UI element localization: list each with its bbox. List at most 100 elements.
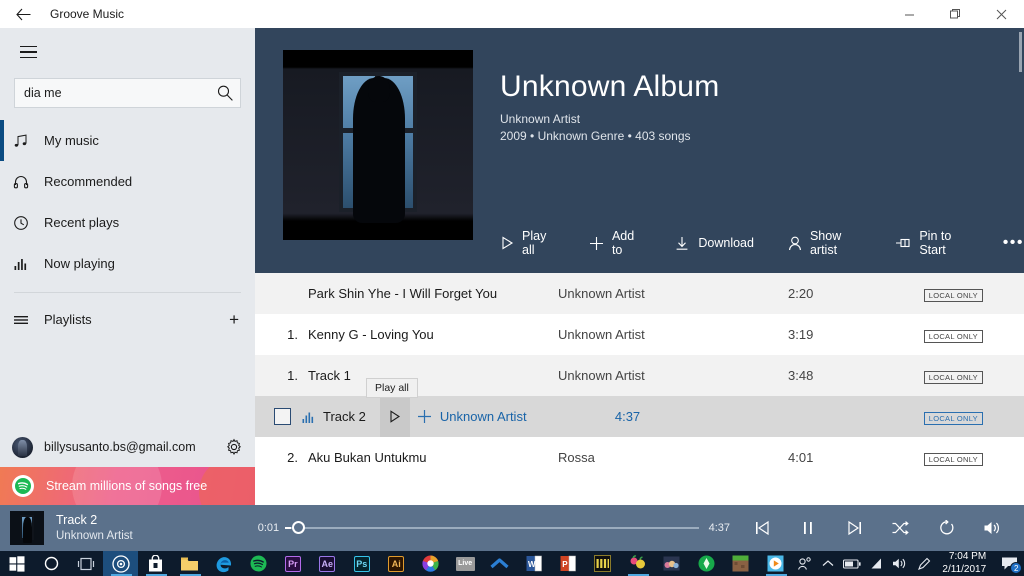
show-artist-button[interactable]: Show artist bbox=[788, 229, 861, 257]
previous-button[interactable] bbox=[752, 518, 772, 538]
taskbar: Pr Ae Ps Ai Live W P 7:04 PM 2/11/2017 2 bbox=[0, 551, 1024, 576]
track-title: Kenny G - Loving You bbox=[308, 327, 434, 342]
action-center-button[interactable]: 2 bbox=[994, 551, 1024, 576]
sidebar-item-recent-plays[interactable]: Recent plays bbox=[0, 202, 255, 243]
fruit-app[interactable] bbox=[620, 551, 654, 576]
photoshop-app[interactable]: Ps bbox=[345, 551, 379, 576]
sidebar-item-now-playing[interactable]: Now playing bbox=[0, 243, 255, 284]
equalizer-icon bbox=[302, 410, 316, 424]
spotify-promo-banner[interactable]: Stream millions of songs free bbox=[0, 467, 255, 505]
back-button[interactable] bbox=[0, 0, 46, 28]
sidebar-item-label: Playlists bbox=[44, 312, 92, 327]
seek-track[interactable] bbox=[285, 521, 699, 534]
row-play-button[interactable] bbox=[379, 396, 410, 437]
search-input[interactable] bbox=[14, 78, 241, 108]
playback-controls bbox=[752, 518, 1002, 538]
people-icon[interactable] bbox=[792, 551, 816, 576]
wifi-icon[interactable] bbox=[864, 551, 888, 576]
scrollbar-thumb[interactable] bbox=[1019, 32, 1022, 72]
sims-app[interactable] bbox=[689, 551, 723, 576]
track-title: Track 1 bbox=[308, 368, 351, 383]
cortana-button[interactable] bbox=[34, 551, 68, 576]
sidebar-item-recommended[interactable]: Recommended bbox=[0, 161, 255, 202]
vertical-scrollbar[interactable] bbox=[1017, 28, 1024, 505]
sidebar-item-playlists[interactable]: Playlists + bbox=[0, 299, 255, 340]
table-row-selected[interactable]: Play all Track 2 Unknown Artist 4:37 LOC… bbox=[255, 378, 1024, 437]
track-artist: Unknown Artist bbox=[558, 286, 645, 301]
repeat-button[interactable] bbox=[936, 518, 956, 538]
after-effects-app[interactable]: Ae bbox=[310, 551, 344, 576]
cortana-circle-icon bbox=[44, 556, 59, 571]
spotify-app[interactable] bbox=[241, 551, 275, 576]
ableton-live-app[interactable]: Live bbox=[448, 551, 482, 576]
color-wheel-app[interactable] bbox=[413, 551, 447, 576]
word-app[interactable]: W bbox=[517, 551, 551, 576]
edge-icon bbox=[216, 556, 232, 572]
table-row[interactable]: 2. Aku Bukan Untukmu Rossa 4:01 LOCAL ON… bbox=[255, 437, 1024, 478]
pin-icon bbox=[895, 235, 911, 251]
pen-icon[interactable] bbox=[912, 551, 936, 576]
start-button[interactable] bbox=[0, 551, 34, 576]
close-button[interactable] bbox=[978, 0, 1024, 28]
track-number: 1. bbox=[287, 368, 298, 383]
account-row[interactable]: billysusanto.bs@gmail.com bbox=[0, 427, 255, 467]
window-title: Groove Music bbox=[50, 7, 125, 21]
groove-music-icon bbox=[111, 554, 130, 573]
seek-thumb[interactable] bbox=[292, 521, 306, 534]
premiere-pro-icon: Pr bbox=[284, 555, 301, 572]
shuffle-button[interactable] bbox=[890, 518, 910, 538]
row-add-button[interactable] bbox=[410, 396, 440, 437]
photo-app[interactable] bbox=[655, 551, 689, 576]
row-checkbox[interactable] bbox=[274, 408, 291, 425]
gear-icon[interactable] bbox=[225, 438, 243, 456]
sidebar-item-label: Recent plays bbox=[44, 215, 120, 230]
now-playing-artist: Unknown Artist bbox=[56, 529, 133, 542]
store-bag-icon bbox=[148, 555, 162, 572]
track-duration: 3:48 bbox=[788, 368, 814, 383]
sidebar-item-my-music[interactable]: My music bbox=[0, 120, 255, 161]
microsoft-edge-app[interactable] bbox=[207, 551, 241, 576]
pin-to-start-button[interactable]: Pin to Start bbox=[895, 229, 968, 257]
table-row[interactable]: Park Shin Yhe - I Will Forget You Unknow… bbox=[255, 273, 1024, 314]
track-duration: 4:37 bbox=[614, 409, 641, 424]
groove-music-app[interactable] bbox=[103, 551, 138, 576]
chevron-app[interactable] bbox=[482, 551, 516, 576]
clock[interactable]: 7:04 PM 2/11/2017 bbox=[936, 551, 994, 576]
piano-app[interactable] bbox=[586, 551, 620, 576]
powerpoint-app[interactable]: P bbox=[551, 551, 585, 576]
track-artist: Unknown Artist bbox=[558, 368, 645, 383]
maximize-button[interactable] bbox=[932, 0, 978, 28]
show-hidden-icons-icon[interactable] bbox=[816, 551, 840, 576]
volume-button[interactable] bbox=[982, 518, 1002, 538]
pause-icon bbox=[804, 522, 812, 534]
battery-icon[interactable] bbox=[840, 551, 864, 576]
seek-bar[interactable]: 0:01 4:37 bbox=[258, 521, 730, 534]
pause-button[interactable] bbox=[798, 518, 818, 538]
now-playing-title: Track 2 bbox=[56, 513, 98, 528]
photoshop-icon: Ps bbox=[353, 555, 370, 572]
microsoft-store-app[interactable] bbox=[138, 551, 172, 576]
play-all-button[interactable]: Play all bbox=[500, 229, 555, 257]
table-row[interactable]: 1. Kenny G - Loving You Unknown Artist 3… bbox=[255, 314, 1024, 355]
minimize-button[interactable] bbox=[886, 0, 932, 28]
add-to-button[interactable]: Add to bbox=[589, 229, 640, 257]
download-button[interactable]: Download bbox=[674, 235, 754, 251]
hamburger-icon[interactable] bbox=[4, 34, 52, 70]
next-button[interactable] bbox=[844, 518, 864, 538]
title-bar: Groove Music bbox=[0, 0, 1024, 28]
action-label: Download bbox=[698, 236, 754, 250]
minecraft-app[interactable] bbox=[724, 551, 758, 576]
sidebar-item-label: My music bbox=[44, 133, 99, 148]
media-player-app[interactable] bbox=[758, 551, 792, 576]
illustrator-app[interactable]: Ai bbox=[379, 551, 413, 576]
premiere-pro-app[interactable]: Pr bbox=[276, 551, 310, 576]
add-playlist-button[interactable]: + bbox=[229, 310, 239, 330]
task-view-button[interactable] bbox=[69, 551, 103, 576]
search-icon[interactable] bbox=[216, 84, 234, 102]
photo-icon bbox=[663, 556, 680, 571]
shuffle-icon bbox=[892, 521, 909, 535]
volume-icon[interactable] bbox=[888, 551, 912, 576]
play-icon bbox=[390, 410, 401, 423]
file-explorer-app[interactable] bbox=[172, 551, 206, 576]
search-container bbox=[14, 78, 241, 108]
